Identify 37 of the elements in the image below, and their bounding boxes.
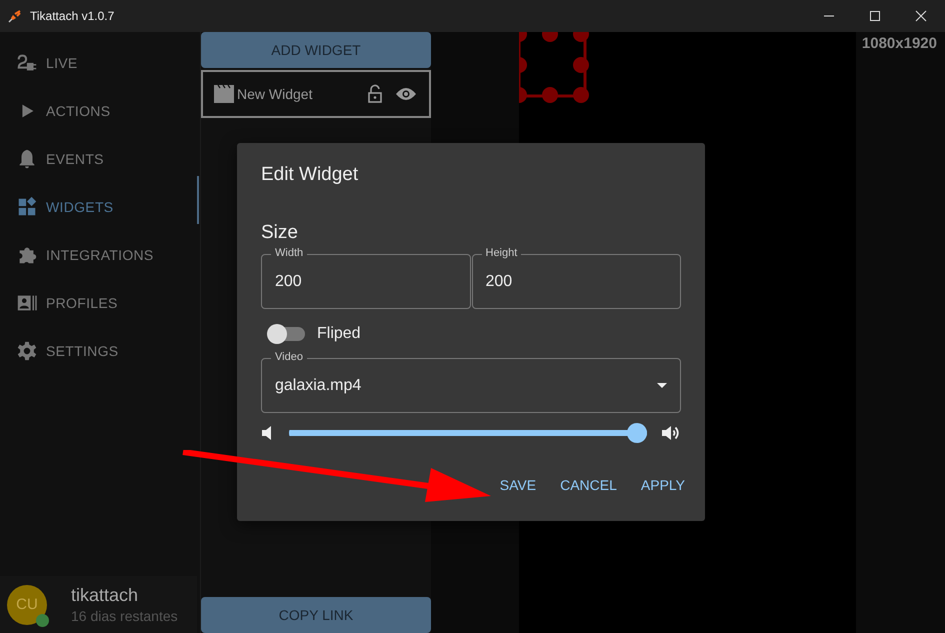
nav-item[interactable]: SETTINGS	[0, 327, 197, 375]
field-label: Height	[482, 247, 522, 259]
dialog-action-button[interactable]: SAVE	[492, 471, 544, 499]
nav-item[interactable]: PROFILES	[0, 279, 197, 327]
user-name: tikattach	[71, 585, 140, 606]
widget-item[interactable]: New Widget	[201, 70, 431, 118]
dialog-title: Edit Widget	[261, 164, 360, 186]
avatar: CU	[7, 584, 47, 624]
clapperboard-icon	[213, 84, 235, 104]
window-title: Tikattach v1.0.7	[30, 9, 114, 23]
dropdown-caret-icon	[657, 383, 667, 388]
resolution-label: 1080x1920	[862, 35, 937, 52]
nav-item[interactable]: WIDGETS	[0, 183, 197, 231]
maximize-icon[interactable]	[869, 10, 881, 22]
user-subtitle: 16 dias restantes	[71, 608, 178, 624]
padlock-icon[interactable]	[367, 84, 383, 104]
field-label: Video	[271, 351, 307, 363]
nav-item[interactable]: INTEGRATIONS	[0, 231, 197, 279]
widgets-icon	[16, 196, 38, 218]
field-label: Width	[271, 247, 308, 259]
plug-logo-icon	[8, 9, 22, 23]
nav-item[interactable]: LIVE	[0, 39, 197, 87]
settings-icon	[16, 340, 38, 362]
widget-name: New Widget	[237, 86, 314, 102]
widget-outline-drawing	[519, 32, 591, 104]
close-icon[interactable]	[915, 10, 927, 22]
add-widget-button[interactable]: ADD WIDGET	[201, 32, 431, 68]
dialog-action-button[interactable]: APPLY	[632, 471, 693, 499]
flip-toggle[interactable]	[269, 327, 305, 341]
volume-high-icon[interactable]	[661, 424, 681, 442]
dialog-action-button[interactable]: CANCEL	[552, 471, 625, 499]
toggle-label: Fliped	[317, 325, 361, 343]
section-heading: Size	[261, 222, 299, 244]
copy-link-button[interactable]: COPY LINK	[201, 597, 431, 633]
nav-item[interactable]: EVENTS	[0, 135, 197, 183]
nav-item[interactable]: ACTIONS	[0, 87, 197, 135]
eye-icon[interactable]	[395, 86, 417, 102]
